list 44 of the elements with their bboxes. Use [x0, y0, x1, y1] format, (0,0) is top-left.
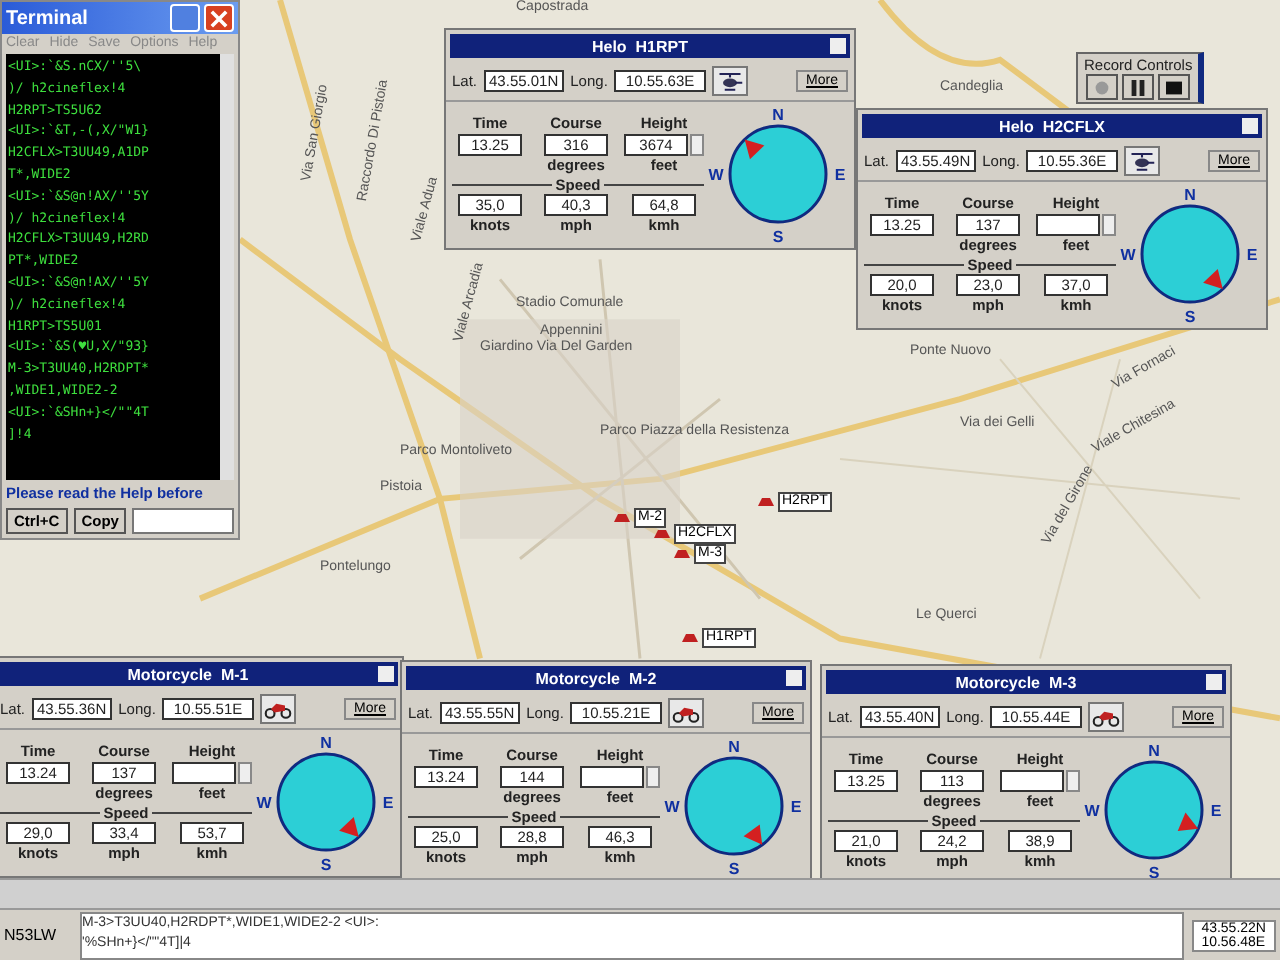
height-spinner[interactable] [1066, 769, 1080, 791]
window-title: Motorcycle M-3 [953, 673, 1079, 691]
close-button[interactable] [204, 4, 234, 32]
helicopter-icon [716, 70, 745, 92]
motorcycle-icon [672, 702, 701, 724]
compass-drawing: N E S W [708, 104, 848, 244]
compass-drawing: N E S W [256, 732, 396, 872]
window-title: Helo H2CFLX [997, 117, 1107, 135]
compass-drawing: N E S W [1120, 184, 1260, 324]
vehicle-button[interactable] [1088, 702, 1125, 732]
height-field [172, 761, 236, 783]
compass-drawing: N E S W [1084, 740, 1224, 878]
height-spinner[interactable] [238, 761, 252, 783]
height-spinner[interactable] [1102, 213, 1116, 235]
motorcycle-icon [264, 698, 293, 720]
vehicle-button[interactable] [668, 698, 705, 728]
window-title: Motorcycle M-2 [533, 669, 659, 687]
pause-icon [1130, 79, 1147, 95]
compass-drawing: N E S W [664, 736, 804, 876]
height-field [1036, 213, 1100, 235]
circle-icon [1094, 79, 1111, 95]
height-spinner[interactable] [646, 765, 660, 787]
stop-icon [1166, 79, 1183, 95]
vehicle-marker-icon[interactable] [612, 510, 632, 526]
vehicle-marker-icon[interactable] [652, 526, 672, 542]
record-button[interactable] [1086, 74, 1119, 100]
pause-button[interactable] [1122, 74, 1155, 100]
height-field [580, 765, 644, 787]
stop-button[interactable] [1158, 74, 1191, 100]
vehicle-marker-icon[interactable] [756, 494, 776, 510]
window-title: Terminal [6, 7, 90, 29]
height-field [1000, 769, 1064, 791]
vehicle-button[interactable] [260, 694, 297, 724]
window-title: Helo H1RPT [589, 37, 690, 55]
window-title: Motorcycle M-1 [125, 665, 251, 683]
input-field[interactable] [132, 508, 234, 534]
height-spinner[interactable] [690, 133, 704, 155]
vehicle-button[interactable] [1124, 146, 1161, 176]
maximize-button[interactable] [170, 4, 200, 32]
motorcycle-icon [1092, 706, 1121, 728]
vehicle-button[interactable] [712, 66, 749, 96]
vehicle-marker-icon[interactable] [680, 630, 700, 646]
callsign-field: N53LW [4, 926, 72, 944]
helicopter-icon [1128, 150, 1157, 172]
